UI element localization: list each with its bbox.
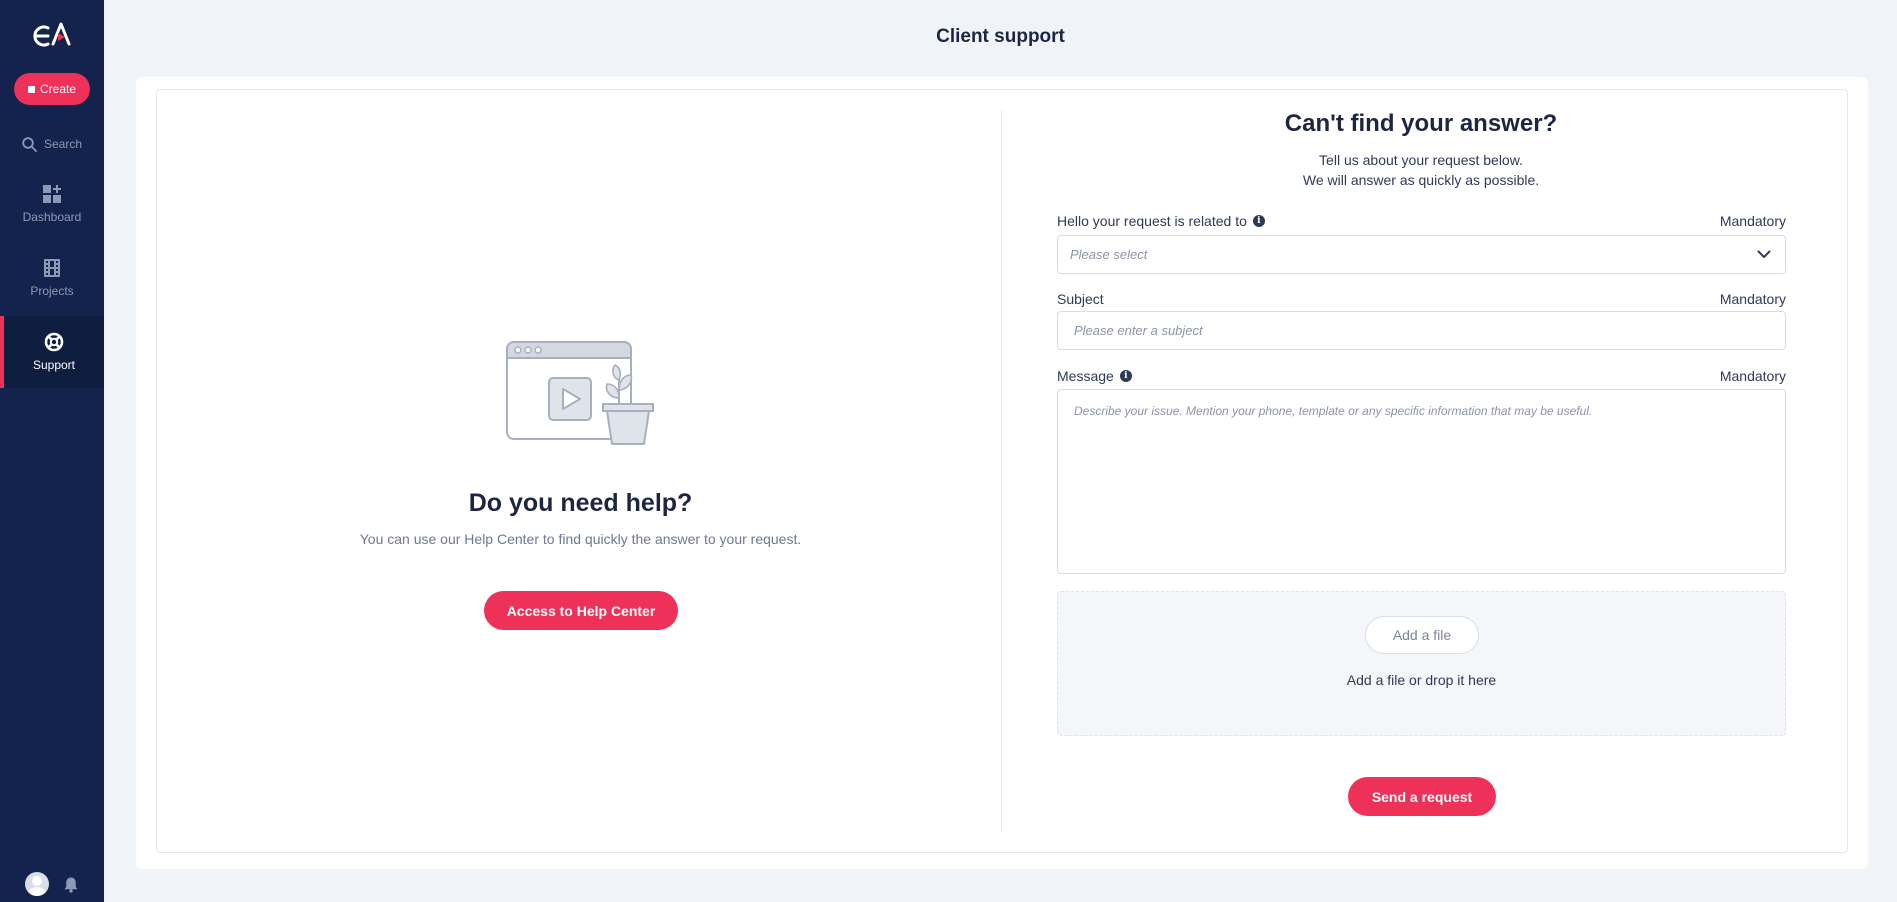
info-icon[interactable]: i (1119, 370, 1132, 382)
help-center-button[interactable]: Access to Help Center (484, 591, 678, 630)
bell-icon[interactable] (63, 876, 79, 893)
file-dropzone[interactable]: Add a file Add a file or drop it here (1057, 591, 1786, 736)
sidebar-item-label: Support (32, 358, 76, 372)
form-subtitle-line2: We will answer as quickly as possible. (1302, 172, 1540, 188)
help-illustration-icon (506, 341, 654, 445)
sidebar-item-label: Projects (30, 284, 74, 298)
message-label-text: Message (1057, 368, 1114, 384)
lifebuoy-icon (44, 332, 64, 352)
sidebar-item-projects[interactable]: Projects (0, 242, 104, 314)
search-label: Search (43, 137, 83, 151)
subject-label: Subject (1057, 291, 1104, 307)
info-icon[interactable]: i (1252, 215, 1265, 227)
chevron-down-icon (1757, 250, 1771, 258)
sidebar-item-dashboard[interactable]: Dashboard (0, 168, 104, 240)
related-select-placeholder: Please select (1070, 247, 1148, 262)
subject-mandatory: Mandatory (1719, 291, 1786, 307)
subject-label-text: Subject (1057, 291, 1104, 307)
create-icon (27, 85, 35, 93)
message-input[interactable] (1057, 389, 1786, 574)
form-subtitle-line1: Tell us about your request below. (1319, 152, 1523, 168)
message-label: Message i (1057, 368, 1132, 384)
sidebar-item-label: Dashboard (22, 210, 82, 224)
drop-text: Add a file or drop it here (1346, 672, 1497, 688)
ea-logo[interactable] (30, 18, 74, 52)
related-label-text: Hello your request is related to (1057, 213, 1247, 229)
subject-input[interactable] (1057, 311, 1786, 350)
help-title: Do you need help? (468, 489, 693, 517)
page-title: Client support (936, 26, 1065, 47)
sidebar-item-search[interactable]: Search (0, 132, 104, 156)
sidebar: Create Search Dashboard Projects Support (0, 0, 104, 902)
create-label: Create (39, 82, 77, 96)
help-subtitle: You can use our Help Center to find quic… (359, 531, 802, 547)
add-file-button[interactable]: Add a file (1365, 616, 1479, 654)
dashboard-icon (43, 185, 61, 203)
sidebar-footer (0, 866, 104, 902)
form-title: Can't find your answer? (1284, 110, 1558, 137)
related-label: Hello your request is related to i (1057, 213, 1265, 229)
panel-divider (1001, 110, 1002, 832)
avatar[interactable] (25, 872, 49, 896)
create-button[interactable]: Create (14, 73, 90, 105)
film-icon (44, 259, 60, 277)
message-mandatory: Mandatory (1719, 368, 1786, 384)
search-icon (22, 136, 37, 152)
send-request-button[interactable]: Send a request (1348, 777, 1496, 816)
sidebar-item-support[interactable]: Support (0, 316, 104, 388)
related-mandatory: Mandatory (1719, 213, 1786, 229)
related-select[interactable]: Please select (1057, 235, 1786, 274)
